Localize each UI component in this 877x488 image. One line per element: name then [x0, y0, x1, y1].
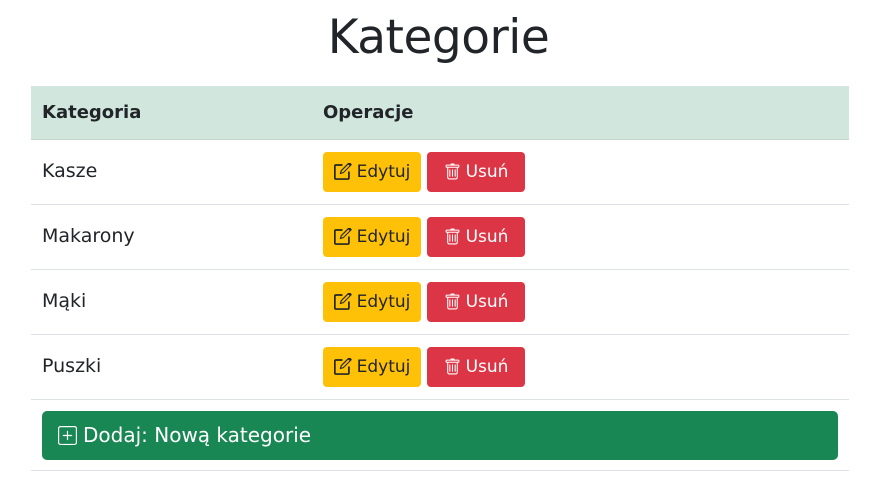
pencil-square-icon — [333, 228, 352, 245]
add-row: Dodaj: Nową kategorie — [31, 399, 849, 471]
trash-icon — [445, 358, 459, 375]
operations-cell: Edytuj Usuń — [312, 334, 849, 400]
table-row: Mąki Edytuj Usuń — [31, 269, 849, 335]
edit-button[interactable]: Edytuj — [323, 347, 421, 387]
table-row: Makarony Edytuj Usuń — [31, 204, 849, 270]
category-name: Puszki — [31, 334, 312, 400]
edit-button-label: Edytuj — [356, 357, 411, 377]
category-name: Mąki — [31, 269, 312, 335]
delete-button[interactable]: Usuń — [427, 282, 525, 322]
categories-table-container: Kategoria Operacje Kasze Edytuj Usuń Mak… — [31, 86, 849, 471]
edit-button[interactable]: Edytuj — [323, 152, 421, 192]
header-operations: Operacje — [312, 86, 849, 140]
edit-button[interactable]: Edytuj — [323, 217, 421, 257]
delete-button-label: Usuń — [465, 357, 509, 377]
edit-button[interactable]: Edytuj — [323, 282, 421, 322]
plus-square-icon — [58, 425, 77, 445]
edit-button-label: Edytuj — [356, 292, 411, 312]
table-row: Kasze Edytuj Usuń — [31, 139, 849, 205]
table-header-row: Kategoria Operacje — [31, 86, 849, 140]
trash-icon — [445, 293, 459, 310]
table-row: Puszki Edytuj Usuń — [31, 334, 849, 400]
edit-button-label: Edytuj — [356, 227, 411, 247]
category-name: Makarony — [31, 204, 312, 270]
edit-button-label: Edytuj — [356, 162, 411, 182]
category-name: Kasze — [31, 139, 312, 205]
add-category-button[interactable]: Dodaj: Nową kategorie — [42, 410, 838, 460]
header-category: Kategoria — [31, 86, 312, 140]
add-cell: Dodaj: Nową kategorie — [31, 399, 849, 471]
trash-icon — [445, 163, 459, 180]
delete-button-label: Usuń — [465, 162, 509, 182]
operations-cell: Edytuj Usuń — [312, 204, 849, 270]
delete-button-label: Usuń — [465, 292, 509, 312]
pencil-square-icon — [333, 358, 352, 375]
page-title: Kategorie — [327, 10, 550, 65]
delete-button-label: Usuń — [465, 227, 509, 247]
trash-icon — [445, 228, 459, 245]
operations-cell: Edytuj Usuń — [312, 139, 849, 205]
delete-button[interactable]: Usuń — [427, 152, 525, 192]
delete-button[interactable]: Usuń — [427, 217, 525, 257]
pencil-square-icon — [333, 293, 352, 310]
add-category-button-label: Dodaj: Nową kategorie — [83, 423, 312, 447]
pencil-square-icon — [333, 163, 352, 180]
delete-button[interactable]: Usuń — [427, 347, 525, 387]
operations-cell: Edytuj Usuń — [312, 269, 849, 335]
categories-table: Kategoria Operacje Kasze Edytuj Usuń Mak… — [31, 86, 849, 471]
